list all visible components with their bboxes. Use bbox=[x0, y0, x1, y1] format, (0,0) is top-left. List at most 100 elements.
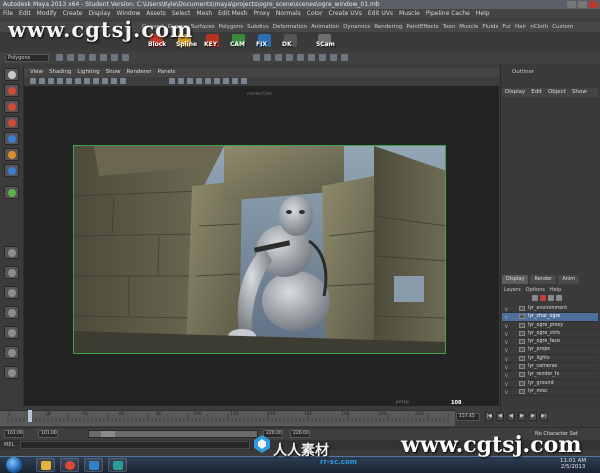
bookmark-icon[interactable] bbox=[48, 78, 54, 84]
snap-curve-icon[interactable] bbox=[100, 54, 107, 61]
shelf-tab-deformation[interactable]: Deformation bbox=[273, 22, 307, 32]
layer-row[interactable]: Vlyr_render_fx bbox=[502, 371, 598, 380]
lights-icon[interactable] bbox=[205, 78, 211, 84]
shadows-icon[interactable] bbox=[214, 78, 220, 84]
input-line-icon[interactable] bbox=[308, 54, 315, 61]
layer-tab-display[interactable]: Display bbox=[502, 275, 529, 284]
step-forward-key-icon[interactable]: ▶ bbox=[529, 412, 537, 421]
xray-icon[interactable] bbox=[223, 78, 229, 84]
single-view-layout-button[interactable] bbox=[4, 246, 19, 259]
layer-tab-render[interactable]: Render bbox=[530, 275, 557, 284]
render-settings-icon[interactable] bbox=[286, 54, 293, 61]
shelf-tab-polygons[interactable]: Polygons bbox=[219, 22, 243, 32]
layer-row[interactable]: Vlyr_props bbox=[502, 346, 598, 355]
layer-row[interactable]: Vlyr_misc bbox=[502, 388, 598, 397]
persp-graph-layout-button[interactable] bbox=[4, 306, 19, 319]
shelf-tab-dynamics[interactable]: Dynamics bbox=[343, 22, 370, 32]
menu-item-muscle[interactable]: Muscle bbox=[399, 9, 420, 18]
outliner-menu-object[interactable]: Object bbox=[548, 88, 566, 97]
isolate-select-icon[interactable] bbox=[241, 78, 247, 84]
play-back-icon[interactable]: ◀ bbox=[507, 412, 515, 421]
gate-mask-icon[interactable] bbox=[93, 78, 99, 84]
textured-icon[interactable] bbox=[196, 78, 202, 84]
tool-settings-icon[interactable] bbox=[330, 54, 337, 61]
range-end-field[interactable]: 220.00 bbox=[290, 430, 310, 438]
universal-manipulator-button[interactable] bbox=[4, 164, 19, 177]
outliner-menu-edit[interactable]: Edit bbox=[531, 88, 542, 97]
layer-color-swatch[interactable] bbox=[519, 314, 525, 320]
menu-set-select[interactable]: Polygons bbox=[5, 54, 49, 62]
move-layer-up-icon[interactable] bbox=[548, 295, 554, 301]
move-tool-button[interactable] bbox=[4, 116, 19, 129]
shelf-tab-muscle[interactable]: Muscle bbox=[459, 22, 478, 32]
rotate-tool-button[interactable] bbox=[4, 132, 19, 145]
panel-menu-renderer[interactable]: Renderer bbox=[126, 68, 151, 77]
outliner-menu-display[interactable]: Display bbox=[505, 88, 525, 97]
hypershade-layout-button[interactable] bbox=[4, 326, 19, 339]
layer-color-swatch[interactable] bbox=[519, 339, 525, 345]
go-to-start-icon[interactable]: |◀ bbox=[485, 412, 493, 421]
shelf-tab-ncloth[interactable]: nCloth bbox=[530, 22, 548, 32]
layer-visibility-toggle[interactable]: V bbox=[505, 339, 511, 345]
history-icon[interactable] bbox=[253, 54, 260, 61]
shelf-tab-fur[interactable]: Fur bbox=[502, 22, 511, 32]
outliner-layout-button[interactable] bbox=[4, 346, 19, 359]
move-layer-down-icon[interactable] bbox=[556, 295, 562, 301]
layer-row[interactable]: Vlyr_ogre_proxy bbox=[502, 322, 598, 330]
layer-row[interactable]: Vlyr_ogre_ctrls bbox=[502, 330, 598, 339]
persp-outliner-layout-button[interactable] bbox=[4, 286, 19, 299]
layer-visibility-toggle[interactable]: V bbox=[505, 372, 511, 378]
snap-plane-icon[interactable] bbox=[122, 54, 129, 61]
select-by-component-icon[interactable] bbox=[78, 54, 85, 61]
render-icon[interactable] bbox=[264, 54, 271, 61]
select-by-object-icon[interactable] bbox=[67, 54, 74, 61]
layer-row[interactable]: Vlyr_lights bbox=[502, 355, 598, 364]
shelf-tab-hair[interactable]: Hair bbox=[515, 22, 526, 32]
wireframe-icon[interactable] bbox=[169, 78, 175, 84]
render-view-layout-button[interactable] bbox=[4, 366, 19, 379]
layer-color-swatch[interactable] bbox=[519, 347, 525, 353]
smooth-shade-icon[interactable] bbox=[178, 78, 184, 84]
menu-item-mesh[interactable]: Mesh bbox=[196, 9, 212, 18]
select-by-hierarchy-icon[interactable] bbox=[56, 54, 63, 61]
panel-menu-lighting[interactable]: Lighting bbox=[77, 68, 99, 77]
layer-row[interactable]: Vlyr_char_ogre bbox=[502, 313, 598, 322]
playhead[interactable] bbox=[28, 410, 33, 422]
select-camera-icon[interactable] bbox=[30, 78, 36, 84]
range-slider-handle[interactable] bbox=[101, 431, 115, 437]
hypershade-icon[interactable] bbox=[297, 54, 304, 61]
step-back-key-icon[interactable]: ◀ bbox=[496, 412, 504, 421]
panel-menu-view[interactable]: View bbox=[30, 68, 43, 77]
layer-visibility-toggle[interactable]: V bbox=[505, 306, 511, 312]
xray-joints-icon[interactable] bbox=[232, 78, 238, 84]
camera-attributes-icon[interactable] bbox=[39, 78, 45, 84]
maximize-icon[interactable] bbox=[578, 1, 587, 8]
menu-item-normals[interactable]: Normals bbox=[276, 9, 301, 18]
range-start-field[interactable]: 101.00 bbox=[4, 430, 24, 438]
command-language-label[interactable]: MEL bbox=[4, 442, 14, 448]
shelf-tab-painteffects[interactable]: PaintEffects bbox=[406, 22, 438, 32]
soft-mod-button[interactable] bbox=[4, 186, 19, 199]
menu-item-help[interactable]: Help bbox=[476, 9, 490, 18]
taskbar-maya[interactable] bbox=[108, 458, 127, 472]
shelf-tab-rendering[interactable]: Rendering bbox=[374, 22, 402, 32]
select-tool-button[interactable] bbox=[4, 68, 19, 81]
film-gate-icon[interactable] bbox=[75, 78, 81, 84]
four-view-layout-button[interactable] bbox=[4, 266, 19, 279]
shelf-tab-custom[interactable]: Custom bbox=[552, 22, 573, 32]
layer-color-swatch[interactable] bbox=[519, 355, 525, 361]
menu-item-proxy[interactable]: Proxy bbox=[253, 9, 269, 18]
layer-row[interactable]: Vlyr_ogre_face bbox=[502, 338, 598, 347]
outliner-menu-show[interactable]: Show bbox=[572, 88, 587, 97]
minimize-icon[interactable] bbox=[567, 1, 576, 8]
layer-color-swatch[interactable] bbox=[519, 364, 525, 370]
layer-visibility-toggle[interactable]: V bbox=[505, 314, 511, 320]
new-layer-icon[interactable] bbox=[532, 295, 538, 301]
lasso-tool-button[interactable] bbox=[4, 84, 19, 97]
layer-visibility-toggle[interactable]: V bbox=[505, 347, 511, 353]
image-plane-icon[interactable] bbox=[57, 78, 63, 84]
layer-row[interactable]: Vlyr_environment bbox=[502, 305, 598, 314]
ipr-icon[interactable] bbox=[275, 54, 282, 61]
resolution-gate-icon[interactable] bbox=[84, 78, 90, 84]
taskbar-media[interactable] bbox=[84, 458, 103, 472]
